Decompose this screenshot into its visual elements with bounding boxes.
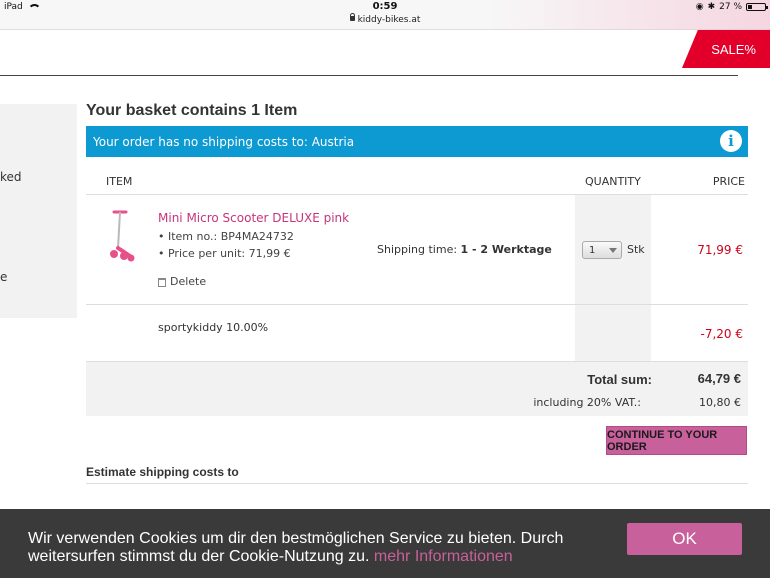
delete-button[interactable]: Delete (158, 275, 206, 288)
quantity-select[interactable]: 1 (582, 241, 622, 259)
quantity-column (575, 195, 651, 361)
address-bar[interactable]: kiddy-bikes.at (0, 13, 770, 25)
column-header-quantity: QUANTITY (585, 175, 641, 188)
vat-value: 10,80 € (699, 396, 741, 409)
column-header-item: ITEM (106, 175, 133, 188)
cookie-ok-button[interactable]: OK (627, 523, 742, 555)
product-name-link[interactable]: Mini Micro Scooter DELUXE pink (158, 211, 349, 225)
divider (86, 483, 748, 484)
status-right: ◉ ✱ 27 % (695, 2, 768, 12)
cookie-message: Wir verwenden Cookies um dir den bestmög… (28, 530, 608, 566)
url-text: kiddy-bikes.at (357, 15, 421, 25)
product-image[interactable] (102, 208, 138, 266)
shipping-time-value: 1 - 2 Werktage (460, 243, 552, 256)
item-price: 71,99 € (697, 243, 743, 257)
lock-icon (349, 13, 355, 21)
product-item-number: • Item no.: BP4MA24732 (158, 230, 294, 243)
discount-label: sportykiddy 10.00% (158, 321, 269, 334)
shipping-time-label: Shipping time: (377, 243, 458, 256)
left-sidebar: ked e (0, 104, 77, 318)
header-divider (0, 75, 738, 76)
estimate-shipping-heading: Estimate shipping costs to (86, 465, 239, 479)
status-bar: iPad 0:59 kiddy-bikes.at ◉ ✱ 27 % (0, 0, 770, 30)
column-header-price: PRICE (712, 175, 745, 188)
product-unit-price: • Price per unit: 71,99 € (158, 247, 291, 260)
totals-box (86, 362, 748, 416)
cookie-ok-label: OK (672, 529, 697, 548)
orientation-lock-icon: ◉ (695, 2, 704, 12)
shipping-notice-text: Your order has no shipping costs to: Aus… (93, 134, 355, 149)
more-info-link[interactable]: mehr Informationen (374, 548, 513, 565)
status-time: 0:59 (372, 1, 398, 12)
continue-order-button[interactable]: CONTINUE TO YOUR ORDER (606, 426, 747, 455)
vat-label: including 20% VAT.: (533, 396, 641, 409)
sale-badge[interactable]: SALE% (682, 30, 770, 68)
shipping-notice: Your order has no shipping costs to: Aus… (86, 126, 748, 157)
sidebar-text: ked (0, 170, 22, 184)
sidebar-text: e (0, 270, 8, 284)
trash-icon (158, 278, 166, 287)
quantity-value: 1 (589, 244, 596, 256)
info-icon[interactable]: i (720, 130, 742, 152)
delete-label: Delete (170, 275, 207, 288)
cookie-banner: Wir verwenden Cookies um dir den bestmög… (0, 509, 770, 578)
battery-icon (746, 3, 768, 11)
discount-value: -7,20 € (700, 327, 744, 341)
page-title: Your basket contains 1 Item (86, 102, 298, 119)
shipping-time: Shipping time: 1 - 2 Werktage (377, 243, 552, 256)
quantity-unit: Stk (627, 243, 645, 256)
total-value: 64,79 € (697, 371, 741, 386)
continue-order-label: CONTINUE TO YOUR ORDER (607, 428, 718, 453)
sale-label: SALE% (711, 41, 756, 57)
divider (86, 304, 748, 305)
total-label: Total sum: (587, 372, 652, 387)
chevron-down-icon (609, 248, 617, 253)
bluetooth-icon: ✱ (707, 2, 716, 12)
battery-percent: 27 % (719, 2, 742, 12)
